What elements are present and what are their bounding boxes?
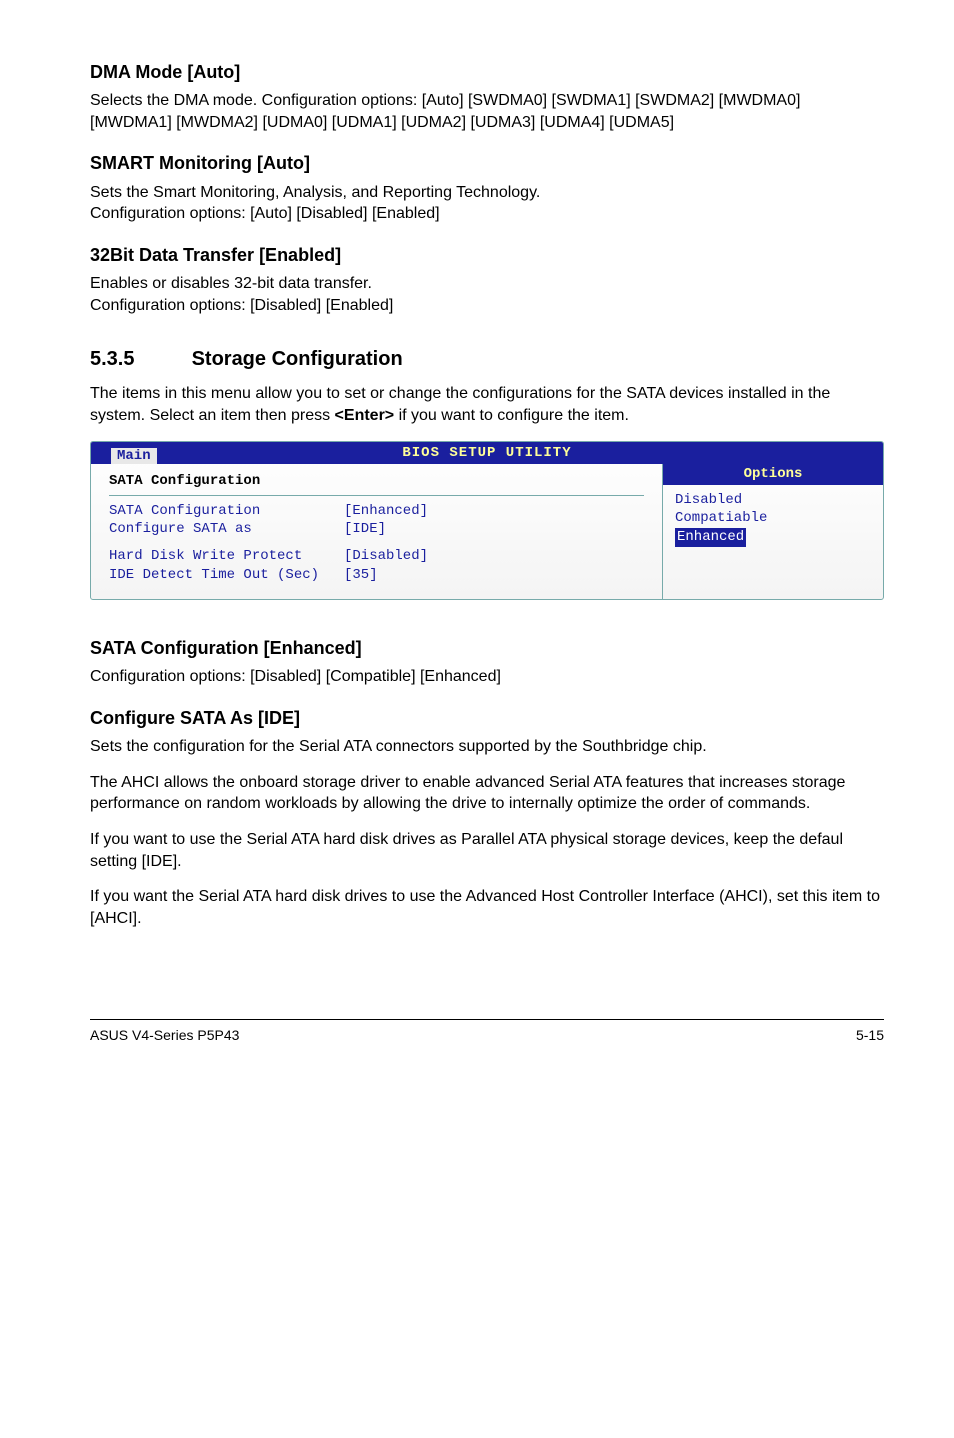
footer-left: ASUS V4-Series P5P43 (90, 1026, 239, 1045)
bios-row[interactable]: IDE Detect Time Out (Sec) [35] (109, 566, 644, 585)
smart-monitoring-body: Sets the Smart Monitoring, Analysis, and… (90, 182, 884, 225)
bios-body: SATA Configuration SATA Configuration [E… (91, 464, 883, 599)
configure-sata-p1: Sets the configuration for the Serial AT… (90, 736, 884, 758)
bios-value: [Enhanced] (344, 502, 428, 521)
32bit-text-2: Configuration options: [Disabled] [Enabl… (90, 297, 393, 314)
bios-option-disabled[interactable]: Disabled (675, 491, 871, 510)
bios-label: Hard Disk Write Protect (109, 547, 344, 566)
bios-right-pane: Options Disabled Compatiable Enhanced (663, 464, 883, 599)
bios-value: [35] (344, 566, 378, 585)
bios-option-enhanced[interactable]: Enhanced (675, 528, 746, 547)
dma-mode-body: Selects the DMA mode. Configuration opti… (90, 90, 884, 133)
bios-value: [IDE] (344, 520, 386, 539)
bios-value: [Disabled] (344, 547, 428, 566)
configure-sata-p2: The AHCI allows the onboard storage driv… (90, 772, 884, 815)
footer-right: 5-15 (856, 1026, 884, 1045)
smart-monitoring-heading: SMART Monitoring [Auto] (90, 151, 884, 175)
bios-row[interactable]: SATA Configuration [Enhanced] (109, 502, 644, 521)
bios-option-compatible[interactable]: Compatiable (675, 509, 871, 528)
intro-part2: if you want to configure the item. (394, 407, 629, 424)
section-number: 5.3.5 (90, 346, 186, 373)
bios-label: IDE Detect Time Out (Sec) (109, 566, 344, 585)
smart-text-1: Sets the Smart Monitoring, Analysis, and… (90, 184, 540, 201)
bios-screenshot: BIOS SETUP UTILITY Main SATA Configurati… (90, 441, 884, 600)
bios-titlebar: BIOS SETUP UTILITY Main (91, 442, 883, 464)
sata-config-enhanced-body: Configuration options: [Disabled] [Compa… (90, 666, 884, 688)
page-footer: ASUS V4-Series P5P43 5-15 (90, 1019, 884, 1045)
bios-label: SATA Configuration (109, 502, 344, 521)
bios-label: Configure SATA as (109, 520, 344, 539)
smart-text-2: Configuration options: [Auto] [Disabled]… (90, 205, 440, 222)
sata-config-enhanced-heading: SATA Configuration [Enhanced] (90, 636, 884, 660)
storage-config-intro: The items in this menu allow you to set … (90, 383, 884, 426)
bios-main-tab[interactable]: Main (111, 448, 157, 464)
intro-bold: <Enter> (335, 407, 395, 424)
bios-row[interactable]: Configure SATA as [IDE] (109, 520, 644, 539)
section-title: Storage Configuration (192, 348, 403, 370)
bios-options-header: Options (663, 464, 883, 485)
configure-sata-ide-heading: Configure SATA As [IDE] (90, 706, 884, 730)
configure-sata-p4: If you want the Serial ATA hard disk dri… (90, 886, 884, 929)
bios-section-title: SATA Configuration (109, 470, 644, 496)
dma-mode-heading: DMA Mode [Auto] (90, 60, 884, 84)
storage-config-heading: 5.3.5 Storage Configuration (90, 346, 884, 373)
32bit-text-1: Enables or disables 32-bit data transfer… (90, 275, 372, 292)
bios-utility-title: BIOS SETUP UTILITY (402, 442, 571, 464)
32bit-body: Enables or disables 32-bit data transfer… (90, 273, 884, 316)
configure-sata-p3: If you want to use the Serial ATA hard d… (90, 829, 884, 872)
32bit-heading: 32Bit Data Transfer [Enabled] (90, 243, 884, 267)
bios-row[interactable]: Hard Disk Write Protect [Disabled] (109, 547, 644, 566)
bios-left-pane: SATA Configuration SATA Configuration [E… (91, 464, 663, 599)
